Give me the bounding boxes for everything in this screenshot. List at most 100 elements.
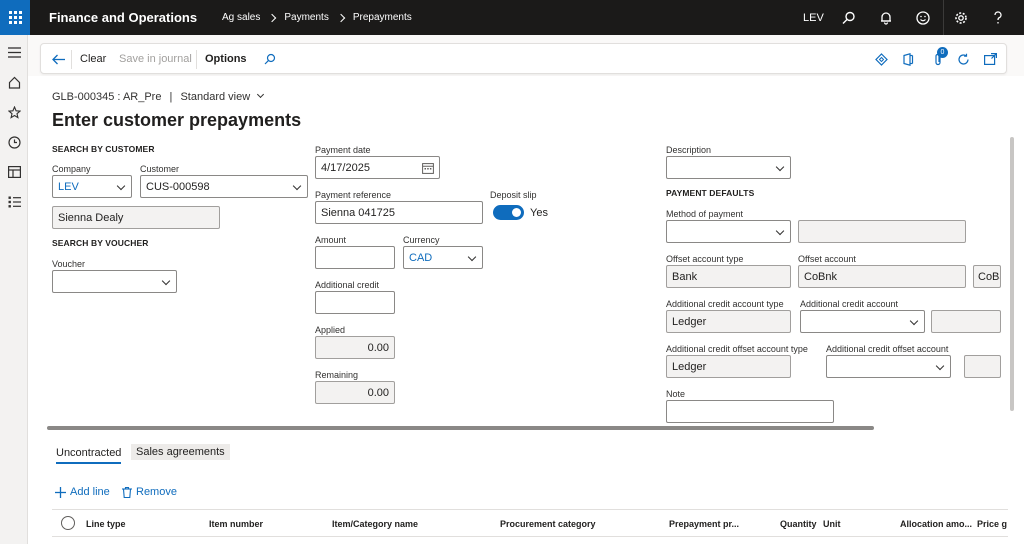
trash-icon — [122, 486, 132, 498]
favorites-button[interactable] — [6, 104, 22, 120]
attachments-button[interactable]: 0 — [930, 47, 948, 67]
tab-sales-agreements[interactable]: Sales agreements — [131, 444, 230, 460]
breadcrumb-item-payments[interactable]: Payments — [284, 12, 328, 23]
company-value: LEV — [58, 180, 79, 193]
office-icon — [903, 52, 914, 66]
customer-value: CUS-000598 — [146, 180, 210, 193]
customer-label: Customer — [140, 164, 180, 174]
search-button[interactable] — [833, 0, 865, 35]
currency-value: CAD — [409, 251, 433, 264]
column-header-item-category-name[interactable]: Item/Category name — [332, 519, 418, 529]
customer-name-value: Sienna Dealy — [58, 211, 124, 224]
column-header-item-number[interactable]: Item number — [209, 519, 263, 529]
breadcrumb-item-ag-sales[interactable]: Ag sales — [222, 12, 260, 23]
remove-button[interactable]: Remove — [122, 486, 177, 498]
voucher-select[interactable] — [52, 270, 177, 293]
power-apps-button[interactable] — [873, 51, 889, 67]
chevron-down-icon — [467, 252, 477, 262]
workspace-icon — [7, 166, 21, 178]
customer-select[interactable]: CUS-000598 — [140, 175, 308, 198]
chevron-down-icon — [257, 90, 265, 99]
calendar-icon[interactable] — [422, 162, 434, 174]
clock-icon — [7, 135, 21, 149]
remaining-label: Remaining — [315, 370, 359, 380]
vertical-scrollbar[interactable] — [1010, 137, 1014, 411]
modules-button[interactable] — [6, 194, 22, 210]
notifications-button[interactable] — [870, 0, 902, 35]
view-selector[interactable]: Standard view — [180, 90, 265, 103]
offset-account-extra-value: CoBa — [978, 270, 1000, 283]
back-button[interactable] — [50, 51, 66, 67]
search-by-customer-heading: SEARCH BY CUSTOMER — [52, 144, 155, 154]
currency-label: Currency — [403, 235, 440, 245]
horizontal-scrollbar[interactable] — [47, 426, 874, 430]
additional-credit-label: Additional credit — [315, 280, 380, 290]
settings-button[interactable] — [945, 0, 977, 35]
payment-date-field[interactable]: 4/17/2025 — [315, 156, 440, 179]
chevron-down-icon — [116, 181, 126, 191]
workspaces-button[interactable] — [6, 164, 22, 180]
voucher-label: Voucher — [52, 259, 86, 269]
column-header-allocation-amount[interactable]: Allocation amo... — [900, 519, 972, 529]
company-select[interactable]: LEV — [52, 175, 132, 198]
note-label: Note — [666, 389, 686, 399]
chevron-down-icon — [161, 276, 171, 286]
arrow-left-icon — [51, 54, 65, 64]
open-new-window-button[interactable] — [982, 51, 998, 67]
feedback-button[interactable] — [907, 0, 939, 35]
clear-button[interactable]: Clear — [80, 53, 106, 65]
applied-field: 0.00 — [315, 336, 395, 359]
additional-credit-offset-account-label: Additional credit offset account — [826, 344, 949, 354]
description-select[interactable] — [666, 156, 791, 179]
add-line-label: Add line — [70, 486, 110, 498]
additional-credit-account-type-value: Ledger — [672, 315, 707, 328]
smiley-icon — [916, 10, 930, 25]
office-button[interactable] — [900, 51, 916, 67]
page-title: Enter customer prepayments — [52, 110, 302, 130]
amount-field[interactable] — [315, 246, 395, 269]
column-header-procurement-category[interactable]: Procurement category — [500, 519, 596, 529]
column-header-quantity[interactable]: Quantity — [780, 519, 817, 529]
add-line-button[interactable]: Add line — [55, 486, 110, 498]
offset-account-type-label: Offset account type — [666, 254, 744, 264]
save-in-journal-button[interactable]: Save in journal — [119, 53, 192, 65]
refresh-button[interactable] — [955, 51, 971, 67]
payment-date-value: 4/17/2025 — [321, 161, 370, 174]
company-picker[interactable]: LEV — [803, 12, 824, 24]
help-button[interactable] — [982, 0, 1014, 35]
payment-reference-field[interactable]: Sienna 041725 — [315, 201, 483, 224]
column-header-price-group[interactable]: Price g — [977, 519, 1007, 529]
column-header-unit[interactable]: Unit — [823, 519, 841, 529]
app-title[interactable]: Finance and Operations — [49, 10, 197, 25]
currency-select[interactable]: CAD — [403, 246, 483, 269]
home-button[interactable] — [6, 74, 22, 90]
additional-credit-account-select[interactable] — [800, 310, 925, 333]
expand-navigation-button[interactable] — [6, 44, 22, 60]
payment-reference-label: Payment reference — [315, 190, 392, 200]
offset-account-type-value: Bank — [672, 270, 698, 283]
additional-credit-offset-account-type-value: Ledger — [672, 360, 707, 373]
breadcrumb-item-prepayments[interactable]: Prepayments — [353, 12, 412, 23]
breadcrumb: Ag sales Payments Prepayments — [222, 12, 412, 23]
select-all-checkbox[interactable] — [61, 516, 75, 530]
action-search-button[interactable] — [262, 51, 278, 67]
method-of-payment-select[interactable] — [666, 220, 791, 243]
additional-credit-offset-account-select[interactable] — [826, 355, 951, 378]
additional-credit-offset-account-description — [964, 355, 1001, 378]
hamburger-icon — [7, 46, 21, 58]
column-header-line-type[interactable]: Line type — [86, 519, 126, 529]
recent-button[interactable] — [6, 134, 22, 150]
record-id: GLB-000345 : AR_Pre — [52, 91, 162, 103]
note-field[interactable] — [666, 400, 834, 423]
offset-account-label: Offset account — [798, 254, 856, 264]
options-tab[interactable]: Options — [205, 53, 247, 65]
divider — [943, 0, 944, 35]
column-header-prepayment[interactable]: Prepayment pr... — [669, 519, 739, 529]
amount-label: Amount — [315, 235, 347, 245]
deposit-slip-toggle[interactable] — [493, 205, 524, 220]
chevron-down-icon — [909, 316, 919, 326]
tab-uncontracted[interactable]: Uncontracted — [56, 447, 122, 464]
additional-credit-field[interactable] — [315, 291, 395, 314]
app-launcher-button[interactable] — [0, 0, 30, 35]
home-icon — [8, 76, 20, 89]
